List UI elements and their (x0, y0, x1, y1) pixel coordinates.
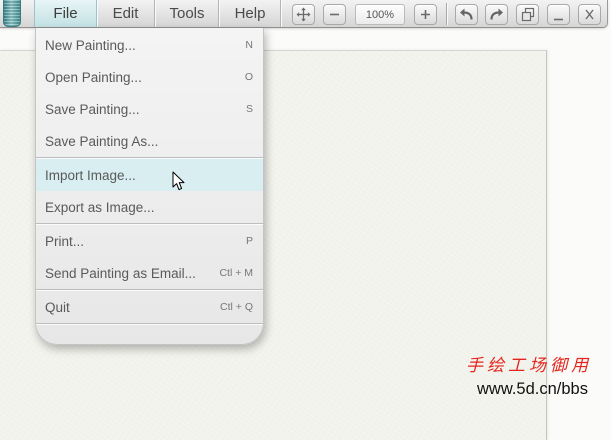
menu-file-label: File (53, 5, 78, 22)
watermark-url: www.5d.cn/bbs (477, 380, 588, 398)
undo-icon (460, 8, 473, 20)
menu-item-label: Import Image... (45, 167, 136, 183)
zoom-level-field[interactable]: 100% (355, 4, 405, 25)
menu-item-print[interactable]: Print... P (36, 225, 263, 257)
menu-item-import-image[interactable]: Import Image... (36, 159, 263, 191)
close-icon (585, 9, 594, 20)
menu-tools-label: Tools (169, 5, 205, 22)
zoom-out-button[interactable] (323, 4, 346, 25)
menu-item-label: New Painting... (45, 37, 136, 53)
toolbar-separator (446, 3, 447, 25)
pan-icon (296, 7, 311, 22)
menu-group-quit: Quit Ctl + Q (36, 291, 263, 323)
menu-item-label: Print... (45, 233, 85, 249)
restore-window-icon (521, 7, 535, 22)
close-button[interactable] (578, 4, 601, 25)
menu-tools[interactable]: Tools (156, 0, 219, 27)
zoom-in-icon (421, 10, 430, 19)
undo-button[interactable] (455, 4, 478, 25)
menu-item-label: Save Painting As... (45, 133, 159, 149)
menu-item-new-painting[interactable]: New Painting... N (36, 29, 263, 61)
menu-file[interactable]: File (34, 0, 97, 27)
menu-help[interactable]: Help (220, 0, 281, 27)
menu-group-image: Import Image... Export as Image... (36, 159, 263, 223)
menu-item-label: Quit (45, 299, 70, 315)
menu-item-shortcut: S (245, 103, 253, 115)
menu-edit-label: Edit (112, 5, 139, 22)
menu-group-file: New Painting... N Open Painting... O Sav… (36, 29, 263, 157)
menu-item-shortcut: Ctl + M (219, 267, 253, 279)
menu-edit[interactable]: Edit (97, 0, 155, 27)
zoom-out-icon (330, 13, 339, 16)
redo-icon (490, 8, 503, 20)
menu-item-export-image[interactable]: Export as Image... (36, 191, 263, 223)
redo-button[interactable] (485, 4, 508, 25)
menu-item-quit[interactable]: Quit Ctl + Q (36, 291, 263, 323)
menu-item-shortcut: P (245, 235, 253, 247)
menu-item-shortcut: N (245, 39, 253, 51)
zoom-level-value: 100% (365, 8, 395, 21)
menu-footer (36, 325, 263, 344)
menu-item-label: Save Painting... (45, 101, 140, 117)
zoom-in-button[interactable] (414, 4, 437, 25)
mouse-pointer-icon (172, 171, 186, 192)
menu-item-open-painting[interactable]: Open Painting... O (36, 61, 263, 93)
toolbar-handle-icon[interactable] (3, 0, 21, 27)
menu-item-shortcut: O (244, 71, 253, 83)
menu-item-save-painting[interactable]: Save Painting... S (36, 93, 263, 125)
pan-button[interactable] (292, 4, 315, 25)
menu-group-output: Print... P Send Painting as Email... Ctl… (36, 225, 263, 289)
minimize-icon (554, 18, 563, 21)
menu-item-label: Export as Image... (45, 199, 155, 215)
menu-item-label: Open Painting... (45, 69, 142, 85)
watermark-title: 手绘工场御用 (466, 356, 592, 376)
menubar: File Edit Tools Help 100% (0, 0, 608, 28)
file-menu-dropdown: New Painting... N Open Painting... O Sav… (35, 28, 264, 345)
minimize-button[interactable] (547, 4, 570, 25)
restore-window-button[interactable] (516, 4, 539, 25)
menu-item-send-email[interactable]: Send Painting as Email... Ctl + M (36, 257, 263, 289)
menu-help-label: Help (234, 5, 266, 22)
menu-item-shortcut: Ctl + Q (220, 301, 253, 313)
menu-item-label: Send Painting as Email... (45, 265, 196, 281)
menu-item-save-painting-as[interactable]: Save Painting As... (36, 125, 263, 157)
